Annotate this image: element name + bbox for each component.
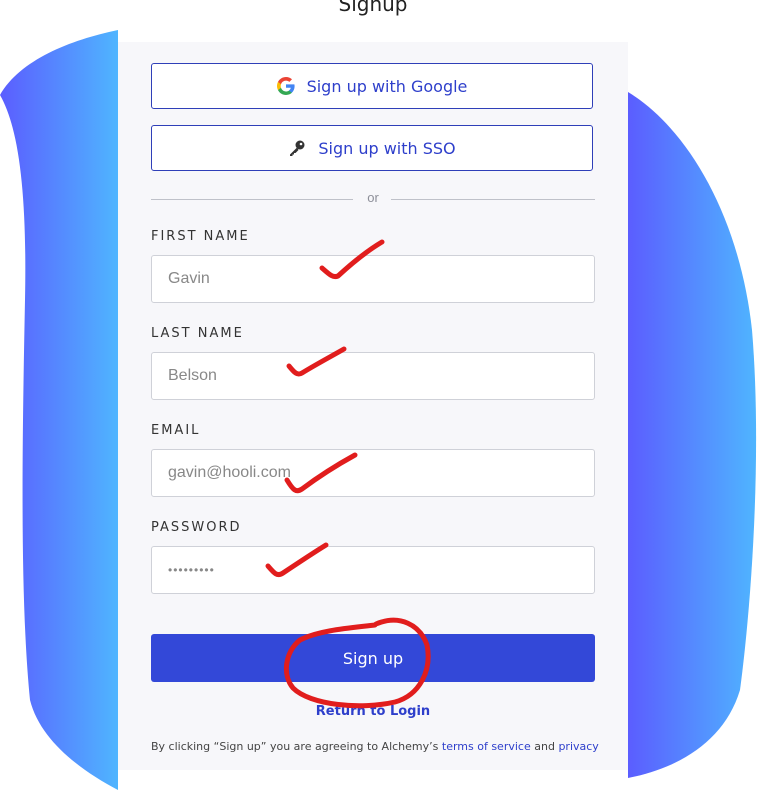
key-icon bbox=[288, 139, 306, 157]
page-title: Signup bbox=[338, 0, 408, 16]
password-value: ••••••••• bbox=[168, 563, 215, 577]
terms-and: and bbox=[530, 740, 559, 753]
terms-prefix: By clicking “Sign up” you are agreeing t… bbox=[151, 740, 442, 753]
signup-button-label: Sign up bbox=[342, 648, 404, 668]
password-input[interactable]: ••••••••• bbox=[151, 546, 595, 594]
sso-signup-button[interactable]: Sign up with SSO bbox=[151, 125, 593, 171]
first-name-value: Gavin bbox=[168, 270, 210, 287]
terms-text: By clicking “Sign up” you are agreeing t… bbox=[151, 740, 621, 753]
first-name-input[interactable]: Gavin bbox=[151, 255, 595, 303]
terms-of-service-link[interactable]: terms of service bbox=[442, 740, 531, 753]
last-name-value: Belson bbox=[168, 367, 217, 384]
last-name-label: LAST NAME bbox=[151, 326, 244, 341]
email-input[interactable]: gavin@hooli.com bbox=[151, 449, 595, 497]
last-name-input[interactable]: Belson bbox=[151, 352, 595, 400]
divider-text: or bbox=[367, 190, 379, 205]
or-divider: or bbox=[151, 190, 595, 210]
divider-line-right bbox=[391, 199, 595, 200]
card-bottom bbox=[118, 770, 628, 805]
google-signup-button[interactable]: Sign up with Google bbox=[151, 63, 593, 109]
sso-signup-label: Sign up with SSO bbox=[318, 138, 456, 158]
first-name-label: FIRST NAME bbox=[151, 229, 250, 244]
privacy-link[interactable]: privacy bbox=[558, 740, 598, 753]
return-to-login-link[interactable]: Return to Login bbox=[118, 704, 628, 719]
password-label: PASSWORD bbox=[151, 520, 242, 535]
signup-button[interactable]: Sign up bbox=[151, 634, 595, 682]
google-icon bbox=[276, 77, 295, 95]
email-value: gavin@hooli.com bbox=[168, 464, 291, 481]
email-label: EMAIL bbox=[151, 423, 201, 438]
google-signup-label: Sign up with Google bbox=[306, 76, 468, 96]
